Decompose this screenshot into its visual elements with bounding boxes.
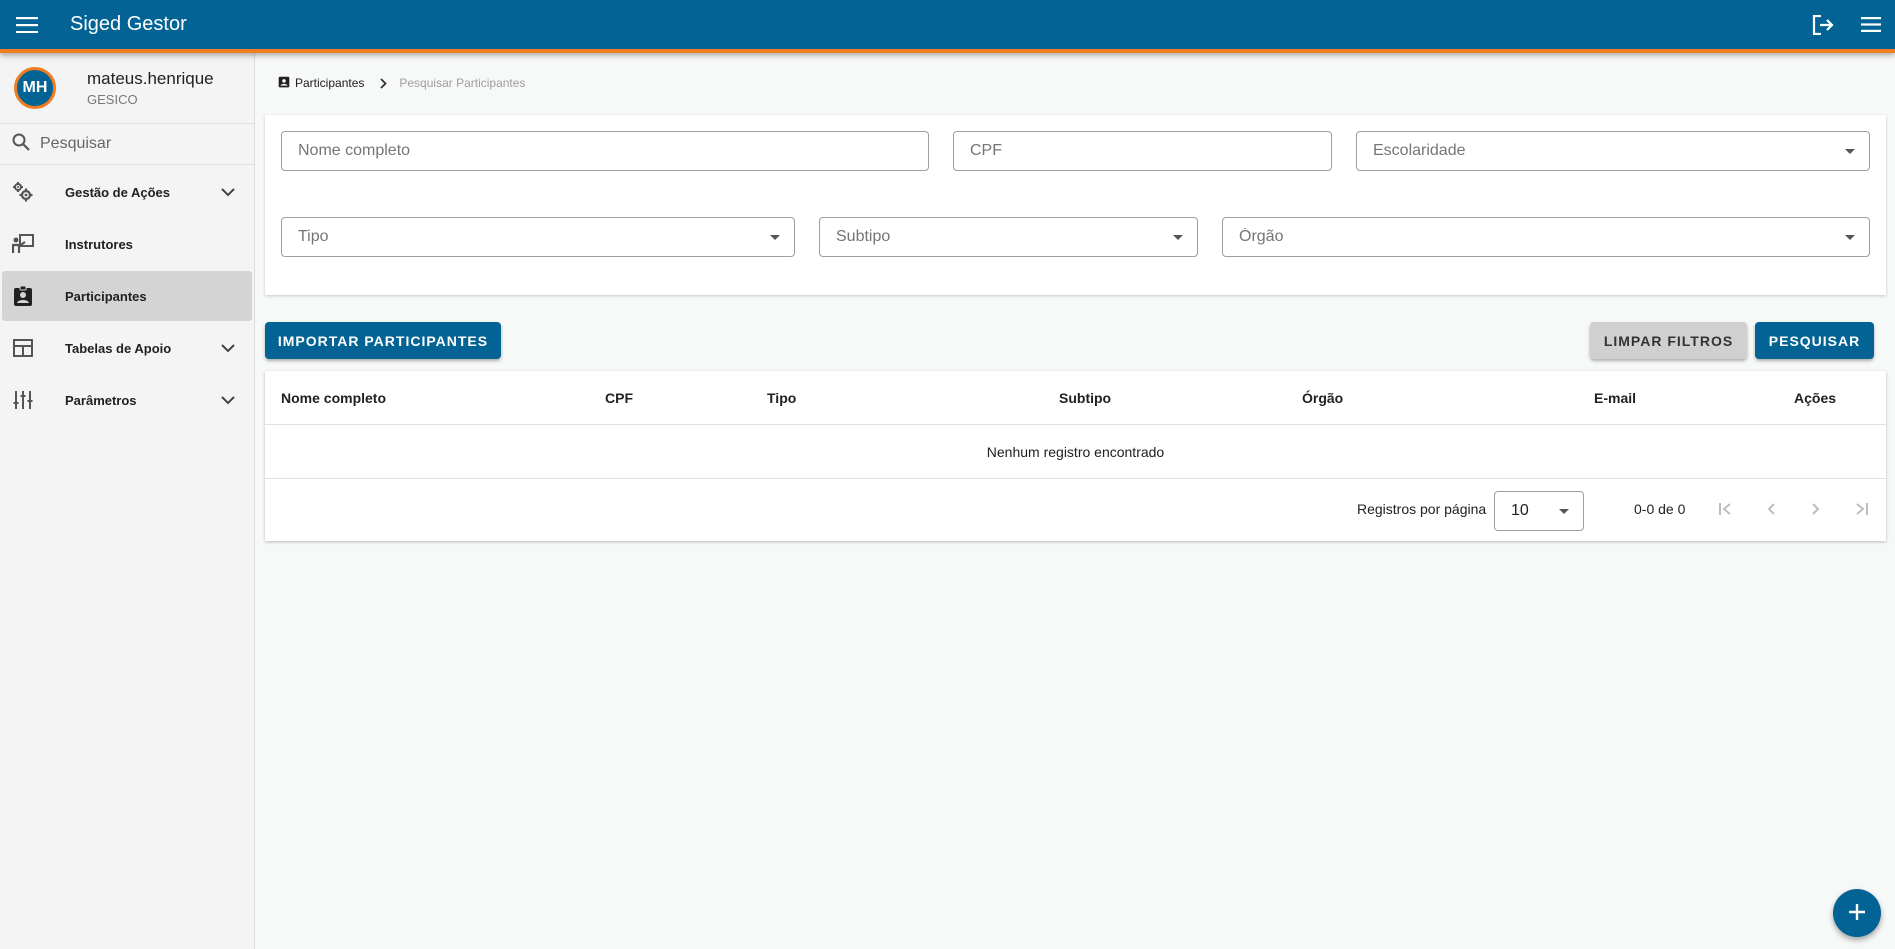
subtipo-select[interactable] xyxy=(819,217,1198,257)
main-content: Participantes Pesquisar Participantes No… xyxy=(265,53,1886,541)
escolaridade-input[interactable] xyxy=(1357,142,1869,160)
chevron-down-icon[interactable] xyxy=(216,336,240,360)
menu-icon[interactable] xyxy=(0,0,54,51)
badge-icon xyxy=(11,284,35,308)
sidebar-item-instrutores[interactable]: Instrutores xyxy=(2,219,252,269)
badge-icon xyxy=(278,75,290,91)
sidebar-item-gestao-de-acoes[interactable]: Gestão de Ações xyxy=(2,167,252,217)
table-icon xyxy=(11,336,35,360)
avatar: MH xyxy=(14,67,56,109)
previous-page-icon[interactable] xyxy=(1759,497,1783,521)
column-header-orgao[interactable]: Órgão xyxy=(1302,390,1343,406)
user-profile: MH mateus.henrique GESICO xyxy=(0,53,254,123)
column-header-subtipo[interactable]: Subtipo xyxy=(1059,390,1111,406)
sidebar-search xyxy=(0,123,254,165)
clear-filters-button[interactable]: Limpar Filtros xyxy=(1590,322,1747,359)
sidebar-nav: Gestão de Ações Instrutores Participante… xyxy=(0,165,254,425)
app-title: Siged Gestor xyxy=(70,13,187,35)
logout-icon[interactable] xyxy=(1799,0,1847,51)
tipo-input[interactable] xyxy=(282,228,794,246)
nome-completo-input[interactable] xyxy=(282,142,928,160)
plus-icon xyxy=(1849,903,1865,923)
search-icon xyxy=(12,133,30,156)
sidebar-item-label: Tabelas de Apoio xyxy=(65,340,172,356)
column-header-acoes: Ações xyxy=(1794,390,1837,406)
sidebar: MH mateus.henrique GESICO Gestão de Açõe… xyxy=(0,53,255,949)
sidebar-item-label: Parâmetros xyxy=(65,392,137,408)
empty-table-message: Nenhum registro encontrado xyxy=(265,425,1886,479)
column-header-nome[interactable]: Nome completo xyxy=(281,390,386,406)
action-bar: Importar Participantes Limpar Filtros Pe… xyxy=(265,322,1886,359)
rows-per-page-value: 10 xyxy=(1511,502,1529,519)
orgao-select[interactable] xyxy=(1222,217,1870,257)
chevron-down-icon[interactable] xyxy=(216,388,240,412)
search-button[interactable]: Pesquisar xyxy=(1755,322,1874,359)
instructor-icon xyxy=(11,232,35,256)
participants-table: Nome completo CPF Tipo Subtipo Órgão E-m… xyxy=(265,371,1886,541)
column-header-email[interactable]: E-mail xyxy=(1594,390,1636,406)
import-participants-button[interactable]: Importar Participantes xyxy=(265,322,501,359)
user-name: mateus.henrique xyxy=(87,69,214,88)
dropdown-arrow-icon xyxy=(1559,509,1569,514)
sidebar-item-label: Participantes xyxy=(65,288,147,304)
sidebar-item-parametros[interactable]: Parâmetros xyxy=(2,375,252,425)
add-participant-fab[interactable] xyxy=(1833,889,1881,937)
dropdown-arrow-icon xyxy=(1845,235,1855,240)
orgao-input[interactable] xyxy=(1223,228,1869,246)
user-org: GESICO xyxy=(87,92,138,107)
sidebar-search-input[interactable] xyxy=(40,135,230,153)
more-menu-icon[interactable] xyxy=(1847,0,1895,51)
last-page-icon[interactable] xyxy=(1849,497,1873,521)
next-page-icon[interactable] xyxy=(1804,497,1828,521)
pagination: Registros por página 10 0-0 de 0 xyxy=(265,479,1886,539)
dropdown-arrow-icon xyxy=(770,235,780,240)
sliders-icon xyxy=(11,388,35,412)
sidebar-item-label: Instrutores xyxy=(65,236,133,252)
gears-icon xyxy=(11,180,35,204)
column-header-cpf[interactable]: CPF xyxy=(605,390,633,406)
page-range: 0-0 de 0 xyxy=(1634,501,1686,517)
chevron-right-icon xyxy=(380,77,388,89)
first-page-icon[interactable] xyxy=(1714,497,1738,521)
rows-per-page-select[interactable]: 10 xyxy=(1494,491,1584,531)
breadcrumb: Participantes Pesquisar Participantes xyxy=(265,53,1886,113)
breadcrumb-link-participantes[interactable]: Participantes xyxy=(295,76,364,90)
dropdown-arrow-icon xyxy=(1845,149,1855,154)
sidebar-item-participantes[interactable]: Participantes xyxy=(2,271,252,321)
cpf-field xyxy=(953,131,1332,171)
escolaridade-select[interactable] xyxy=(1356,131,1870,171)
chevron-down-icon[interactable] xyxy=(216,180,240,204)
breadcrumb-current: Pesquisar Participantes xyxy=(399,76,526,90)
nome-completo-field xyxy=(281,131,929,171)
table-header: Nome completo CPF Tipo Subtipo Órgão E-m… xyxy=(265,371,1886,425)
filter-panel xyxy=(265,115,1886,295)
dropdown-arrow-icon xyxy=(1173,235,1183,240)
rows-per-page-label: Registros por página xyxy=(1357,501,1487,517)
subtipo-input[interactable] xyxy=(820,228,1197,246)
cpf-input[interactable] xyxy=(954,142,1331,160)
column-header-tipo[interactable]: Tipo xyxy=(767,390,796,406)
tipo-select[interactable] xyxy=(281,217,795,257)
top-app-bar: Siged Gestor xyxy=(0,0,1895,53)
sidebar-item-label: Gestão de Ações xyxy=(65,184,171,200)
sidebar-item-tabelas-de-apoio[interactable]: Tabelas de Apoio xyxy=(2,323,252,373)
